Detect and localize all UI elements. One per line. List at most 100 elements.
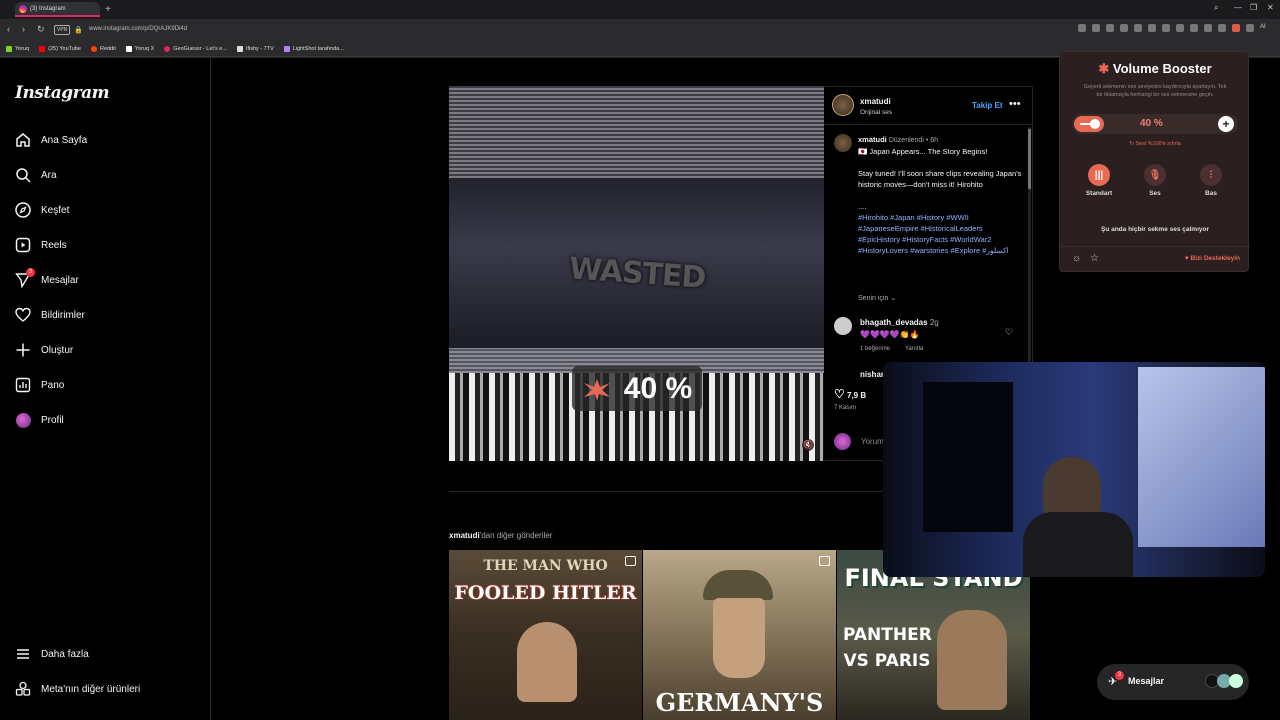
nav-label: Ana Sayfa [41,134,88,146]
more-options-icon[interactable]: ••• [1009,98,1021,110]
bookmark-item[interactable]: Yoruq X [125,45,154,52]
ai-button[interactable]: AI [1260,24,1266,32]
new-tab-button[interactable]: + [105,4,111,15]
like-icon[interactable]: ♡ [834,387,845,401]
extension-icon[interactable] [1190,24,1198,32]
nav-reels[interactable]: Reels [15,235,67,255]
comment-likes[interactable]: 1 beğenme [860,346,890,352]
author-avatar[interactable] [832,94,854,116]
volume-osd: 40 % [572,366,702,411]
extension-icon[interactable] [1078,24,1086,32]
nav-profile[interactable]: Profil [15,410,64,430]
comment-input[interactable]: Yorum [861,437,884,446]
bookmark-item[interactable]: GeoGuessr - Let's e... [164,45,227,52]
video-frame-band [449,86,824,178]
caption-hashtags[interactable]: #Hirohito #Japan #History #WWII #Japanes… [858,212,1022,256]
post-thumbnail[interactable]: GERMANY'S [643,550,836,720]
messages-pill[interactable]: ✈ 3 Mesajlar [1097,664,1249,700]
extension-icon[interactable] [1176,24,1184,32]
home-icon [15,132,31,148]
mute-toggle-icon[interactable]: 🔇 [802,439,814,451]
nav-messages[interactable]: 3 Mesajlar [15,268,79,290]
extension-icon[interactable] [1246,24,1254,32]
heart-icon: ♥ [1184,255,1189,262]
bookmark-item[interactable]: Reddit [91,45,116,52]
search-tabs-icon[interactable]: ⌕ [1214,3,1218,13]
caption-username[interactable]: xmatudi [858,135,887,144]
bookmark-item[interactable]: Ifishy - 7TV [236,45,274,52]
nav-more[interactable]: Daha fazla [15,644,89,664]
nav-label: Ara [41,169,57,181]
extension-icon[interactable] [1092,24,1100,32]
back-icon[interactable]: ‹ [7,24,10,34]
forward-icon[interactable]: › [22,24,25,34]
caption-author-avatar[interactable] [834,134,852,152]
scrollbar-thumb[interactable] [1028,129,1031,189]
post-thumbnail[interactable]: THE MAN WHO FOOLED HITLER [449,550,642,720]
nav-dashboard[interactable]: Pano [15,375,64,395]
extension-icon[interactable] [1204,24,1212,32]
bookmark-item[interactable]: Yoruq [6,45,29,52]
mode-voice-button[interactable]: 🎙 Ses [1135,164,1175,197]
volume-slider[interactable]: 40 % + [1072,114,1238,134]
extension-icon[interactable] [1106,24,1114,32]
minimize-icon[interactable]: — [1234,3,1242,12]
youtube-icon [39,45,46,52]
nav-explore[interactable]: Keşfet [15,200,69,220]
reset-volume-link[interactable]: ↻ Sesi %100'e sıfırla [1060,141,1250,147]
reel-video-player[interactable]: WASTED 40 % 🔇 [449,86,824,461]
comment-like-icon[interactable]: ♡ [1005,327,1013,338]
browser-tab[interactable]: (3) Instagram [15,2,100,17]
comment-username[interactable]: bhagath_devadas 2g [860,318,939,327]
instagram-logo[interactable]: Instagram [15,83,110,103]
maximize-icon[interactable]: ❐ [1250,3,1257,12]
comment-username[interactable]: nishan [860,370,886,379]
compass-icon [15,202,31,218]
comment-text: 💜💜💜💜👏🔥 [860,330,920,339]
comments-scrollbar[interactable] [1028,127,1031,372]
nav-label: Pano [41,379,65,391]
author-username[interactable]: xmatudi [860,97,891,106]
bookmark-item[interactable]: LightShot tarafında... [283,45,344,52]
like-count[interactable]: 7,9 B [847,391,866,400]
url-field[interactable]: www.instagram.com/p/DQrAJK9Di4d [89,26,187,32]
mode-standard-button[interactable]: ||| Standart [1079,164,1119,197]
theme-toggle-icon[interactable]: ☼ [1072,253,1081,264]
like-row: ♡ 7,9 B [834,387,866,401]
mode-bass-button[interactable]: ⫶ Bas [1191,164,1231,197]
nav-search[interactable]: Ara [15,165,57,185]
volume-booster-extension-icon[interactable] [1232,24,1240,32]
plus-icon [15,342,31,358]
extension-icon[interactable] [1120,24,1128,32]
audio-label[interactable]: Orijinal ses [860,109,892,116]
bookmark-item[interactable]: (25) YouTube [39,45,81,52]
reddit-icon [91,45,97,52]
comment-reply[interactable]: Yanıtla [905,346,923,352]
tab-title: (3) Instagram [30,6,66,12]
nav-notifications[interactable]: Bildirimler [15,305,85,325]
nav-home[interactable]: Ana Sayfa [15,130,87,150]
avatar [1229,674,1243,688]
commenter-avatar[interactable] [834,317,852,335]
follow-button[interactable]: Takip Et [972,101,1003,110]
reload-icon[interactable]: ↻ [37,24,45,35]
post-date: 7 Kasım [834,405,857,411]
star-rate-icon[interactable]: ☆ [1090,253,1099,264]
support-us-link[interactable]: ♥ Bizi Destekleyin [1185,255,1240,262]
extension-icon[interactable] [1148,24,1156,32]
extension-icon[interactable] [1134,24,1142,32]
nav-create[interactable]: Oluştur [15,340,73,360]
extension-icon[interactable] [1162,24,1170,32]
vpn-badge[interactable]: VPN [54,25,71,35]
for-you-toggle[interactable]: Senin için ⌄ [858,294,896,302]
mute-toggle-button[interactable] [1074,116,1104,132]
reset-icon: ↻ [1129,141,1134,147]
nav-meta-products[interactable]: Meta'nın diğer ürünleri [15,679,140,699]
nav-label: Profil [41,414,64,426]
volume-increase-button[interactable]: + [1218,116,1234,132]
extension-icon[interactable] [1218,24,1226,32]
close-window-icon[interactable]: ✕ [1267,3,1274,12]
webcam-wall-tapestry [923,382,1013,532]
sliders-icon: ⫶ [1200,164,1222,186]
lock-icon[interactable]: 🔒 [74,26,83,34]
